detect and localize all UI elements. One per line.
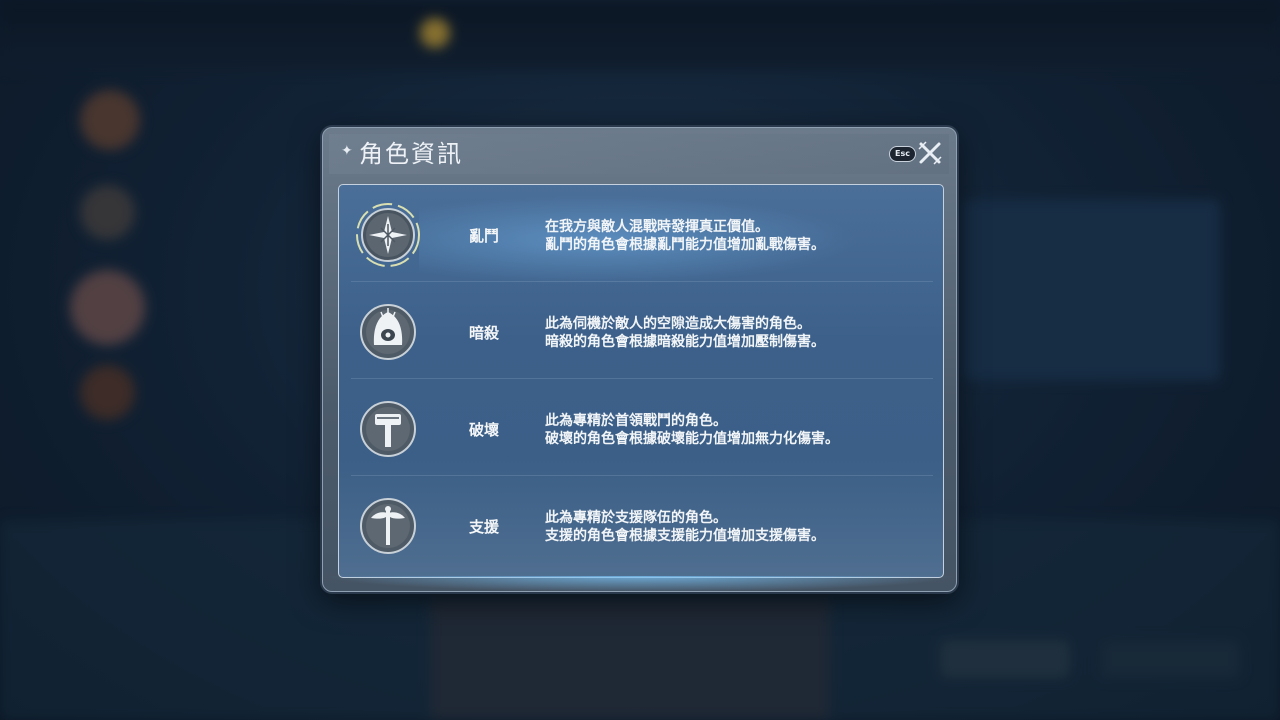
bottom-glow: [323, 576, 958, 592]
close-icon[interactable]: [917, 140, 943, 166]
role-name: 亂鬥: [469, 227, 500, 245]
esc-key-badge: Esc: [889, 146, 916, 162]
role-description-line: 在我方與敵人混戰時發揮真正價值。: [545, 219, 769, 235]
role-name: 破壞: [469, 421, 500, 439]
role-info-dialog: ✦ 角色資訊 Esc 亂鬥 在我方與敵人混戰時發揮真正價值。 亂鬥的角色會根據亂…: [322, 127, 958, 592]
role-description: 此為專精於支援隊伍的角色。 支援的角色會根據支援能力值增加支援傷害。: [545, 509, 825, 545]
role-row-assassin: 暗殺 此為伺機於敵人的空隙造成大傷害的角色。 暗殺的角色會根據暗殺能力值增加壓制…: [339, 282, 943, 379]
role-list-panel: 亂鬥 在我方與敵人混戰時發揮真正價值。 亂鬥的角色會根據亂鬥能力值增加亂戰傷害。…: [338, 184, 944, 578]
role-description-line: 此為專精於支援隊伍的角色。: [545, 510, 727, 526]
destroyer-role-icon: [360, 401, 416, 457]
support-role-icon: [360, 498, 416, 554]
role-description-line: 此為伺機於敵人的空隙造成大傷害的角色。: [545, 316, 811, 332]
role-name: 支援: [469, 518, 500, 536]
title-star-icon: ✦: [341, 143, 353, 159]
role-description-line: 破壞的角色會根據破壞能力值增加無力化傷害。: [545, 431, 839, 447]
role-description: 此為專精於首領戰鬥的角色。 破壞的角色會根據破壞能力值增加無力化傷害。: [545, 412, 839, 448]
role-description-line: 暗殺的角色會根據暗殺能力值增加壓制傷害。: [545, 334, 825, 350]
role-row-destroyer: 破壞 此為專精於首領戰鬥的角色。 破壞的角色會根據破壞能力值增加無力化傷害。: [339, 379, 943, 476]
assassin-role-icon: [360, 304, 416, 360]
role-description: 此為伺機於敵人的空隙造成大傷害的角色。 暗殺的角色會根據暗殺能力值增加壓制傷害。: [545, 315, 825, 351]
role-description-line: 此為專精於首領戰鬥的角色。: [545, 413, 727, 429]
role-row-melee: 亂鬥 在我方與敵人混戰時發揮真正價值。 亂鬥的角色會根據亂鬥能力值增加亂戰傷害。: [339, 185, 943, 282]
role-description-line: 支援的角色會根據支援能力值增加支援傷害。: [545, 528, 825, 544]
role-description: 在我方與敵人混戰時發揮真正價值。 亂鬥的角色會根據亂鬥能力值增加亂戰傷害。: [545, 218, 825, 254]
dialog-title: 角色資訊: [359, 140, 463, 168]
role-name: 暗殺: [469, 324, 500, 342]
role-row-support: 支援 此為專精於支援隊伍的角色。 支援的角色會根據支援能力值增加支援傷害。: [339, 476, 943, 573]
melee-role-icon: [356, 203, 420, 267]
role-description-line: 亂鬥的角色會根據亂鬥能力值增加亂戰傷害。: [545, 237, 825, 253]
